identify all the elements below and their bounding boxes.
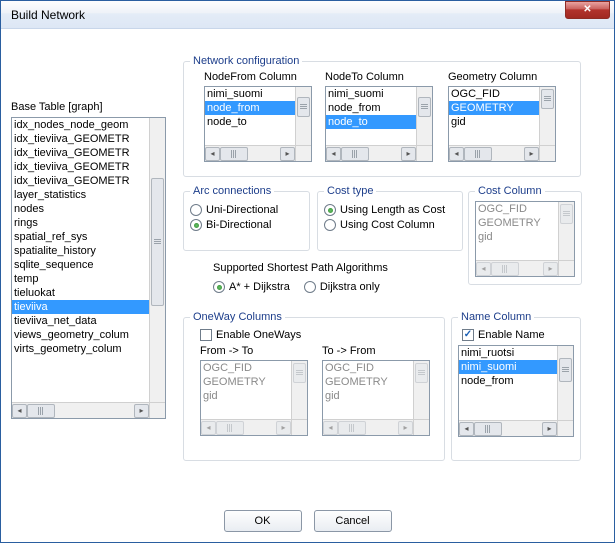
list-item[interactable]: OGC_FID	[476, 202, 558, 216]
list-item[interactable]: node_from	[326, 101, 416, 115]
list-item[interactable]: layer_statistics	[12, 188, 149, 202]
scrollbar-horizontal[interactable]: ◂▸	[449, 145, 539, 161]
node-to-label: NodeTo Column	[325, 71, 433, 83]
network-config-legend: Network configuration	[190, 55, 302, 67]
uni-directional-radio[interactable]: Uni-Directional	[190, 204, 303, 216]
cost-type-legend: Cost type	[324, 185, 376, 197]
list-item[interactable]: idx_tieviiva_GEOMETR	[12, 146, 149, 160]
cost-column-legend: Cost Column	[475, 185, 545, 197]
scrollbar-vertical[interactable]	[416, 87, 432, 145]
arc-connections-group: Arc connections Uni-Directional Bi-Direc…	[183, 185, 310, 251]
astar-radio[interactable]: A* + Dijkstra	[213, 281, 290, 293]
list-item[interactable]: OGC_FID	[449, 87, 539, 101]
arc-legend: Arc connections	[190, 185, 274, 197]
scrollbar-vertical[interactable]	[557, 346, 573, 420]
from-to-listbox: OGC_FIDGEOMETRYgid ◂▸	[200, 360, 308, 436]
oneway-group: OneWay Columns Enable OneWays From -> To…	[183, 311, 445, 461]
list-item[interactable]: GEOMETRY	[449, 101, 539, 115]
enable-name-checkbox[interactable]: ✓Enable Name	[462, 329, 574, 341]
list-item[interactable]: node_to	[205, 115, 295, 129]
list-item[interactable]: gid	[449, 115, 539, 129]
scrollbar-horizontal[interactable]: ◂ ▸	[12, 402, 149, 418]
scrollbar-vertical[interactable]	[149, 118, 165, 402]
list-item[interactable]: nimi_suomi	[205, 87, 295, 101]
list-item[interactable]: nimi_ruotsi	[459, 346, 557, 360]
scrollbar-horizontal[interactable]: ◂▸	[205, 145, 295, 161]
scrollbar-horizontal[interactable]: ◂▸	[326, 145, 416, 161]
scrollbar-vertical[interactable]	[295, 87, 311, 145]
node-from-label: NodeFrom Column	[204, 71, 312, 83]
node-to-listbox[interactable]: nimi_suominode_fromnode_to ◂▸	[325, 86, 433, 162]
list-item[interactable]: idx_tieviiva_GEOMETR	[12, 160, 149, 174]
enable-oneways-checkbox[interactable]: Enable OneWays	[200, 329, 438, 341]
list-item[interactable]: gid	[323, 389, 413, 403]
list-item[interactable]: rings	[12, 216, 149, 230]
list-item[interactable]: nimi_suomi	[326, 87, 416, 101]
list-item[interactable]: tieluokat	[12, 286, 149, 300]
list-item[interactable]: tieviiva_net_data	[12, 314, 149, 328]
cost-type-group: Cost type Using Length as Cost Using Cos…	[317, 185, 463, 251]
geometry-label: Geometry Column	[448, 71, 556, 83]
cost-column-group: Cost Column OGC_FIDGEOMETRYgid ◂▸	[468, 185, 582, 285]
name-column-group: Name Column ✓Enable Name nimi_ruotsinimi…	[451, 311, 581, 461]
list-item[interactable]: views_geometry_colum	[12, 328, 149, 342]
network-config-group: Network configuration NodeFrom Column ni…	[183, 55, 581, 177]
list-item[interactable]: GEOMETRY	[323, 375, 413, 389]
list-item[interactable]: nimi_suomi	[459, 360, 557, 374]
list-item[interactable]: node_from	[459, 374, 557, 388]
ok-button[interactable]: OK	[224, 510, 302, 532]
geometry-listbox[interactable]: OGC_FIDGEOMETRYgid ◂▸	[448, 86, 556, 162]
cost-column-radio[interactable]: Using Cost Column	[324, 219, 456, 231]
dijkstra-radio[interactable]: Dijkstra only	[304, 281, 380, 293]
list-item[interactable]: idx_tieviiva_GEOMETR	[12, 174, 149, 188]
list-item[interactable]: idx_nodes_node_geom	[12, 118, 149, 132]
cost-length-radio[interactable]: Using Length as Cost	[324, 204, 456, 216]
list-item[interactable]: GEOMETRY	[476, 216, 558, 230]
name-column-legend: Name Column	[458, 311, 534, 323]
list-item[interactable]: spatialite_history	[12, 244, 149, 258]
list-item[interactable]: nodes	[12, 202, 149, 216]
from-to-label: From -> To	[200, 345, 308, 357]
window: Build Network ✕ Base Table [graph] idx_n…	[0, 0, 615, 543]
scrollbar-horizontal[interactable]: ◂▸	[459, 420, 557, 436]
bi-directional-radio[interactable]: Bi-Directional	[190, 219, 303, 231]
to-from-listbox: OGC_FIDGEOMETRYgid ◂▸	[322, 360, 430, 436]
list-item[interactable]: node_from	[205, 101, 295, 115]
list-item[interactable]: node_to	[326, 115, 416, 129]
chevron-left-icon[interactable]: ◂	[12, 404, 27, 418]
base-table-label: Base Table [graph]	[11, 101, 166, 113]
chevron-right-icon[interactable]: ▸	[134, 404, 149, 418]
scrollbar-horizontal: ◂▸	[476, 260, 558, 276]
scrollbar-vertical	[558, 202, 574, 260]
close-icon: ✕	[583, 4, 591, 15]
list-item[interactable]: OGC_FID	[201, 361, 291, 375]
list-item[interactable]: gid	[476, 230, 558, 244]
algorithms-label: Supported Shortest Path Algorithms	[213, 262, 388, 274]
list-item[interactable]: spatial_ref_sys	[12, 230, 149, 244]
list-item[interactable]: temp	[12, 272, 149, 286]
to-from-label: To -> From	[322, 345, 430, 357]
list-item[interactable]: sqlite_sequence	[12, 258, 149, 272]
list-item[interactable]: GEOMETRY	[201, 375, 291, 389]
titlebar: Build Network ✕	[1, 1, 614, 29]
close-button[interactable]: ✕	[565, 1, 610, 19]
list-item[interactable]: gid	[201, 389, 291, 403]
window-title: Build Network	[11, 8, 565, 22]
cost-column-listbox: OGC_FIDGEOMETRYgid ◂▸	[475, 201, 575, 277]
cancel-button[interactable]: Cancel	[314, 510, 392, 532]
list-item[interactable]: virts_geometry_colum	[12, 342, 149, 356]
list-item[interactable]: idx_tieviiva_GEOMETR	[12, 132, 149, 146]
scrollbar-vertical[interactable]	[539, 87, 555, 145]
name-column-listbox[interactable]: nimi_ruotsinimi_suominode_from ◂▸	[458, 345, 574, 437]
oneway-legend: OneWay Columns	[190, 311, 285, 323]
list-item[interactable]: OGC_FID	[323, 361, 413, 375]
node-from-listbox[interactable]: nimi_suominode_fromnode_to ◂▸	[204, 86, 312, 162]
base-table-listbox[interactable]: idx_nodes_node_geomidx_tieviiva_GEOMETRi…	[11, 117, 166, 419]
list-item[interactable]: tieviiva	[12, 300, 149, 314]
